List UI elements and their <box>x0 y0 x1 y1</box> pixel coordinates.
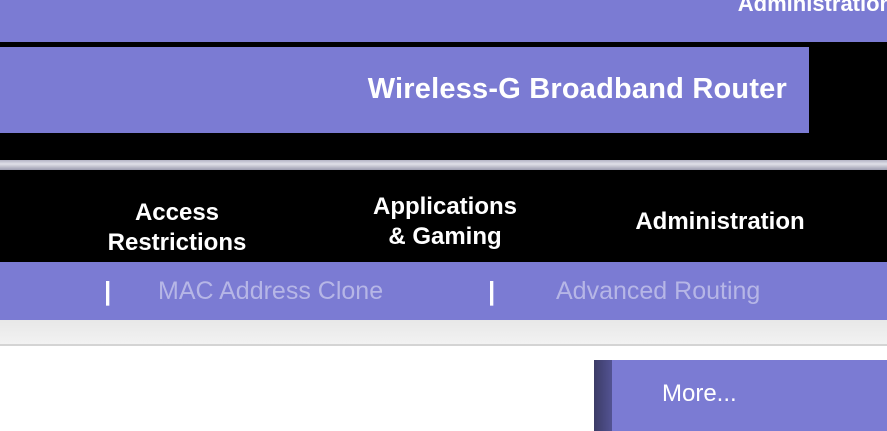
tab-administration-label: Administration <box>635 208 805 235</box>
product-title-box: Wireless-G Broadband Router <box>0 47 809 133</box>
subnav-link-advanced-routing[interactable]: Advanced Routing <box>556 277 760 306</box>
tab-applications-gaming-line2: & Gaming <box>388 223 502 250</box>
subnav-separator: | <box>488 276 496 306</box>
router-admin-page: Administration Wireless-G Broadband Rout… <box>0 0 887 431</box>
more-link[interactable]: More... <box>662 380 737 408</box>
product-title: Wireless-G Broadband Router <box>367 73 787 105</box>
tab-access-restrictions-line2: Restrictions <box>107 229 247 256</box>
tab-access-restrictions[interactable]: Access Restrictions <box>82 198 272 258</box>
top-strip: Administration <box>0 0 887 42</box>
tab-applications-gaming[interactable]: Applications & Gaming <box>345 192 545 252</box>
header-divider <box>0 160 887 170</box>
subnav-separator: | <box>104 276 112 306</box>
tab-administration[interactable]: Administration <box>606 207 834 237</box>
content-top-strip <box>0 320 887 346</box>
subnav-link-mac-address-clone[interactable]: MAC Address Clone <box>158 277 383 306</box>
more-panel: More... <box>612 360 887 431</box>
sub-nav: | MAC Address Clone | Advanced Routing <box>0 262 887 320</box>
clipped-header-label: Administration <box>737 0 887 16</box>
tab-applications-gaming-line1: Applications <box>372 193 517 220</box>
tab-access-restrictions-line1: Access <box>134 199 220 226</box>
main-nav: Access Restrictions Applications & Gamin… <box>0 170 887 262</box>
